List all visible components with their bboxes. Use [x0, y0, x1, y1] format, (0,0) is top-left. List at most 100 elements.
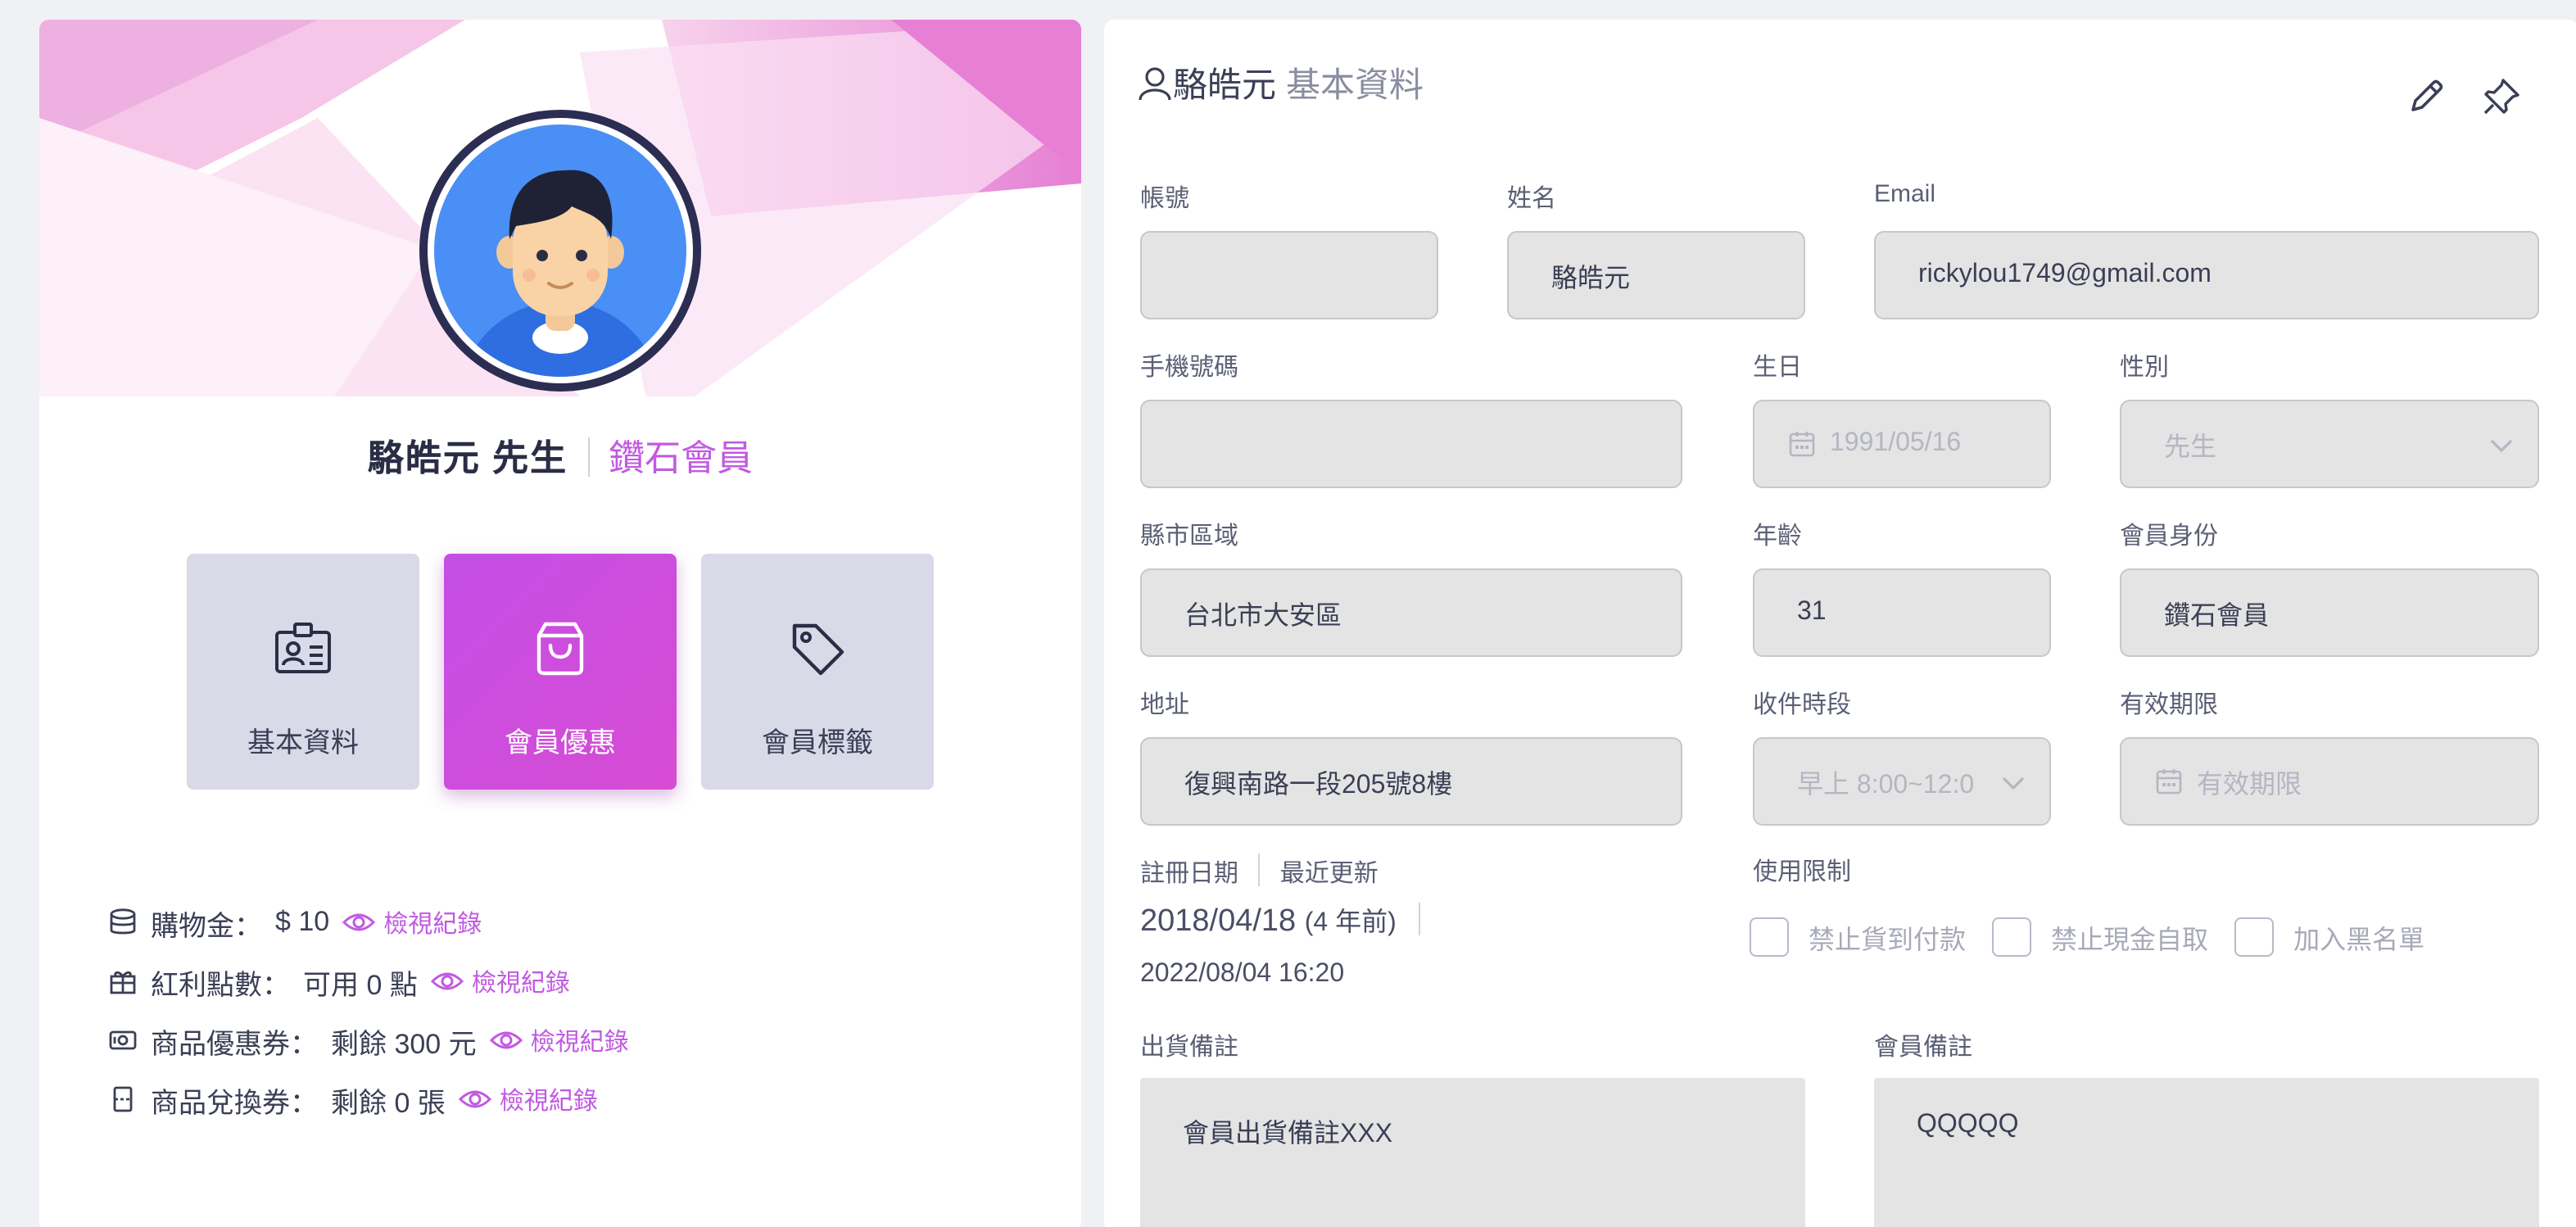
chevron-down-icon — [2490, 439, 2513, 453]
expiry-placeholder: 有效期限 — [2197, 772, 2302, 799]
view-history-label: 檢視紀錄 — [471, 969, 570, 997]
eye-icon — [430, 972, 464, 990]
eye-icon — [458, 1090, 491, 1108]
birthday-value: 1991/05/16 — [1830, 429, 1962, 457]
member-note-label: 會員備註 — [1874, 1034, 1973, 1062]
id-card-icon — [275, 623, 331, 673]
title-section: 基本資料 — [1286, 67, 1424, 105]
avatar — [419, 110, 701, 392]
divider — [1418, 903, 1420, 935]
member-profile-card: 駱皓元 先生 鑽石會員 基本資料 會員優惠 會員標籤 購物金： $ 10 檢視紀… — [39, 20, 1081, 1227]
coupon-icon — [109, 1030, 137, 1050]
blacklist-checkbox[interactable] — [2234, 917, 2275, 957]
email-label: Email — [1874, 180, 1936, 208]
region-label: 縣市區域 — [1140, 523, 1239, 550]
profile-heading: 駱皓元 先生 鑽石會員 — [39, 429, 1081, 482]
view-history-label: 檢視紀錄 — [530, 1028, 629, 1056]
member-level-label: 會員身份 — [2120, 523, 2219, 550]
member-name: 駱皓元 先生 — [367, 437, 568, 478]
gender-select[interactable]: 先生 — [2120, 400, 2539, 488]
address-field[interactable]: 復興南路一段205號8樓 — [1140, 737, 1682, 826]
shopping-bag-icon — [536, 622, 584, 676]
pin-icon[interactable] — [2480, 75, 2523, 118]
stat-shopping-credit: 購物金： $ 10 檢視紀錄 — [108, 893, 629, 952]
divider — [1258, 853, 1261, 886]
page-title: 駱皓元 基本資料 — [1137, 59, 1424, 108]
coins-icon — [110, 908, 136, 935]
tab-member-tags[interactable]: 會員標籤 — [701, 554, 934, 790]
tab-basic-info-label: 基本資料 — [247, 727, 359, 758]
eye-icon — [489, 1031, 523, 1049]
eye-icon — [342, 913, 376, 931]
delivery-time-value: 早上 8:00~12:0 — [1797, 772, 1975, 799]
age-label: 年齡 — [1753, 523, 1803, 550]
register-date-label: 註冊日期 最近更新 — [1140, 853, 1379, 890]
user-icon — [1139, 67, 1171, 101]
delivery-time-label: 收件時段 — [1753, 691, 1852, 719]
divider — [587, 437, 590, 477]
no-cod-label: 禁止貨到付款 — [1809, 927, 1967, 955]
tab-member-offers-label: 會員優惠 — [505, 727, 616, 758]
age-field[interactable]: 31 — [1753, 568, 2051, 657]
shipping-note-label: 出貨備註 — [1140, 1034, 1239, 1062]
shipping-note-textarea[interactable]: 會員出貨備註XXX — [1140, 1078, 1805, 1227]
stat-label: 紅利點數： — [151, 969, 290, 1000]
title-member-name: 駱皓元 — [1173, 67, 1276, 105]
stat-value: 可用 0 點 — [303, 969, 418, 1000]
calendar-icon — [2156, 769, 2182, 795]
gift-icon — [110, 971, 136, 994]
phone-label: 手機號碼 — [1140, 354, 1239, 382]
account-field[interactable] — [1140, 231, 1438, 319]
stat-value: 剩餘 0 張 — [331, 1087, 446, 1118]
calendar-icon — [1789, 432, 1815, 457]
register-ago: (4 年前) — [1304, 909, 1397, 937]
stat-product-coupons: 商品優惠券： 剩餘 300 元 檢視紀錄 — [108, 1011, 629, 1070]
tab-member-tags-label: 會員標籤 — [762, 727, 873, 758]
birthday-field[interactable]: 1991/05/16 — [1753, 400, 2051, 488]
view-history-label: 檢視紀錄 — [383, 910, 482, 938]
email-field[interactable]: rickylou1749@gmail.com — [1874, 231, 2539, 319]
address-label: 地址 — [1140, 691, 1190, 719]
stat-label: 購物金： — [151, 910, 262, 941]
expiry-field[interactable]: 有效期限 — [2120, 737, 2539, 826]
name-label: 姓名 — [1507, 185, 1557, 213]
view-coupons-history-link[interactable]: 檢視紀錄 — [489, 1023, 629, 1057]
birthday-label: 生日 — [1753, 354, 1803, 382]
member-note-textarea[interactable]: QQQQQ — [1874, 1078, 2539, 1227]
blacklist-label: 加入黑名單 — [2293, 927, 2425, 955]
view-points-history-link[interactable]: 檢視紀錄 — [430, 964, 570, 998]
stat-label: 商品兌換券： — [151, 1087, 318, 1118]
ticket-icon — [113, 1086, 133, 1112]
edit-pencil-icon[interactable] — [2405, 75, 2447, 118]
stat-bonus-points: 紅利點數： 可用 0 點 檢視紀錄 — [108, 952, 629, 1011]
last-update-value: 2022/08/04 16:20 — [1140, 960, 1345, 988]
no-cash-pickup-checkbox[interactable] — [1992, 917, 2032, 957]
member-level-field[interactable]: 鑽石會員 — [2120, 568, 2539, 657]
member-detail-card: 駱皓元 基本資料 帳號 姓名 駱皓元 Email rickylou1749@gm… — [1104, 20, 2576, 1227]
stat-value: $ 10 — [275, 906, 330, 937]
register-date-label-text: 註冊日期 — [1140, 860, 1239, 888]
member-stats: 購物金： $ 10 檢視紀錄 紅利點數： 可用 0 點 檢視紀錄 商品優惠券： … — [108, 893, 629, 1129]
tag-icon — [792, 623, 844, 676]
view-history-label: 檢視紀錄 — [499, 1087, 598, 1115]
name-field[interactable]: 駱皓元 — [1507, 231, 1805, 319]
account-label: 帳號 — [1140, 185, 1190, 213]
registration-dates: 2018/04/18 (4 年前) 2022/08/04 16:20 — [1140, 899, 1420, 989]
stat-exchange-vouchers: 商品兌換券： 剩餘 0 張 檢視紀錄 — [108, 1070, 629, 1129]
tab-member-offers[interactable]: 會員優惠 — [444, 554, 677, 790]
view-vouchers-history-link[interactable]: 檢視紀錄 — [458, 1082, 598, 1116]
tab-basic-info[interactable]: 基本資料 — [187, 554, 419, 790]
gender-label: 性別 — [2120, 354, 2170, 382]
view-credit-history-link[interactable]: 檢視紀錄 — [342, 905, 482, 939]
expiry-label: 有效期限 — [2120, 691, 2219, 719]
delivery-time-select[interactable]: 早上 8:00~12:0 — [1753, 737, 2051, 826]
region-field[interactable]: 台北市大安區 — [1140, 568, 1682, 657]
phone-field[interactable] — [1140, 400, 1682, 488]
register-date-value: 2018/04/18 — [1140, 904, 1297, 939]
chevron-down-icon — [2002, 776, 2025, 790]
no-cash-pickup-label: 禁止現金自取 — [2051, 927, 2209, 955]
gender-value: 先生 — [2164, 434, 2217, 462]
restrictions-label: 使用限制 — [1753, 858, 1852, 886]
restrictions-group: 禁止貨到付款 禁止現金自取 加入黑名單 — [1750, 917, 2451, 957]
no-cod-checkbox[interactable] — [1750, 917, 1789, 957]
